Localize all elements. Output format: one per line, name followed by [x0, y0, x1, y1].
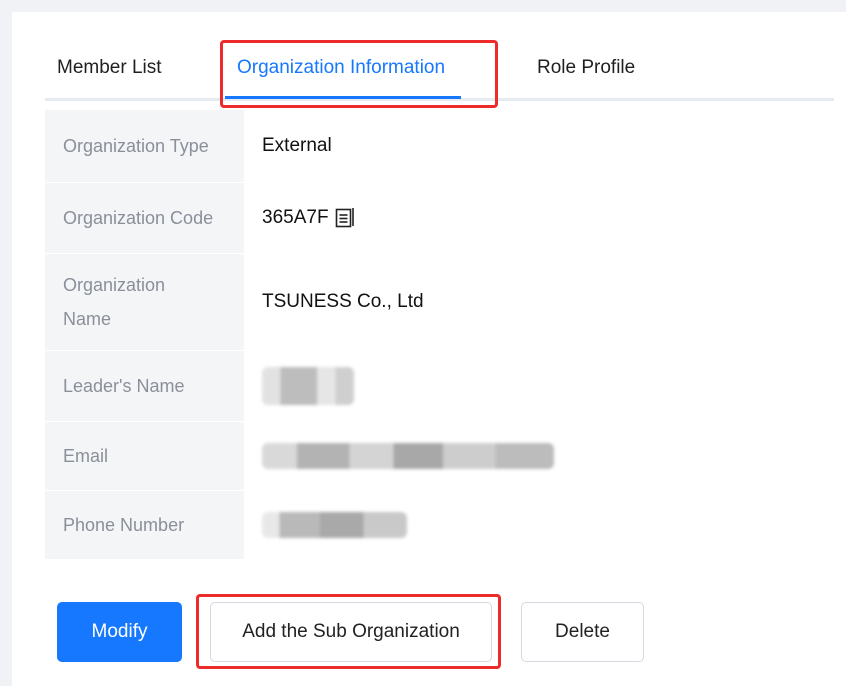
label-organization-type: Organization Type [45, 110, 244, 182]
redacted-leader-name [262, 367, 354, 405]
tab-organization-information[interactable]: Organization Information [237, 57, 445, 79]
info-row-phone: Phone Number [45, 491, 834, 560]
tab-member-list[interactable]: Member List [57, 57, 162, 79]
info-row-code: Organization Code 365A7F [45, 183, 834, 254]
value-phone-cell [244, 491, 834, 559]
label-phone-number: Phone Number [45, 491, 244, 559]
label-email: Email [45, 422, 244, 490]
delete-button[interactable]: Delete [521, 602, 644, 662]
add-sub-organization-button[interactable]: Add the Sub Organization [210, 602, 492, 662]
info-row-name: Organization Name TSUNESS Co., Ltd [45, 254, 834, 351]
label-organization-name-line1: Organization [63, 275, 166, 295]
value-organization-name: TSUNESS Co., Ltd [262, 291, 424, 312]
label-leaders-name: Leader's Name [45, 351, 244, 421]
modify-button[interactable]: Modify [57, 602, 182, 662]
value-email-cell [244, 422, 834, 490]
info-row-type: Organization Type External [45, 110, 834, 183]
copy-icon[interactable] [335, 207, 355, 229]
value-organization-code-cell: 365A7F [244, 183, 834, 253]
organization-info-table: Organization Type External Organization … [45, 110, 834, 560]
label-organization-code: Organization Code [45, 183, 244, 253]
value-leaders-name-cell [244, 351, 834, 421]
label-organization-name-line2: Name [63, 309, 112, 329]
label-organization-name: Organization Name [45, 254, 244, 350]
active-tab-indicator [225, 96, 461, 99]
tab-role-profile[interactable]: Role Profile [537, 57, 635, 79]
info-row-leader: Leader's Name [45, 351, 834, 422]
tab-bar: Member List Organization Information Rol… [45, 45, 834, 101]
redacted-email [262, 443, 554, 469]
value-organization-type: External [262, 135, 332, 156]
redacted-phone-number [262, 512, 407, 538]
value-organization-code: 365A7F [262, 207, 329, 228]
info-row-email: Email [45, 422, 834, 491]
